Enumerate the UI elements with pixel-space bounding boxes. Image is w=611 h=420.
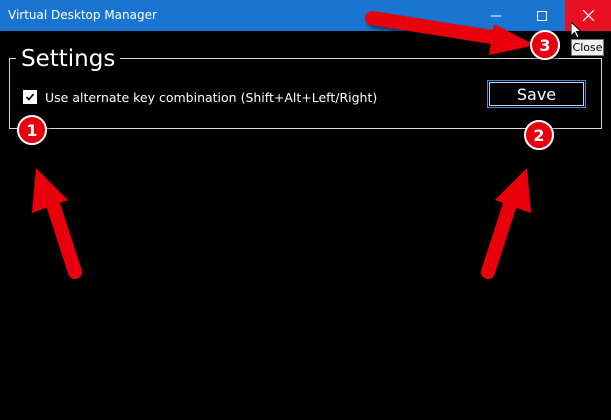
settings-legend: Settings: [16, 46, 121, 72]
annotation-arrow-1: [32, 168, 82, 279]
badge-3-label: 3: [539, 36, 550, 55]
close-icon: [582, 10, 594, 21]
annotation-badge-3: 3: [530, 30, 560, 60]
checkbox-label[interactable]: Use alternate key combination (Shift+Alt…: [45, 90, 377, 105]
maximize-icon: [537, 10, 547, 21]
annotation-arrow-2: [481, 168, 531, 279]
title-bar[interactable]: Virtual Desktop Manager: [0, 0, 611, 31]
alternate-key-checkbox[interactable]: Use alternate key combination (Shift+Alt…: [23, 89, 377, 105]
close-tooltip: Close: [571, 39, 604, 56]
minimize-button[interactable]: [473, 0, 519, 31]
mouse-cursor-icon: [571, 22, 583, 39]
window-title: Virtual Desktop Manager: [8, 8, 157, 22]
save-button[interactable]: Save: [487, 80, 586, 108]
save-button-label[interactable]: Save: [489, 82, 584, 106]
minimize-icon: [491, 15, 501, 16]
checkbox-box[interactable]: [23, 90, 37, 104]
checkmark-icon: [25, 93, 35, 101]
maximize-button[interactable]: [519, 0, 565, 31]
